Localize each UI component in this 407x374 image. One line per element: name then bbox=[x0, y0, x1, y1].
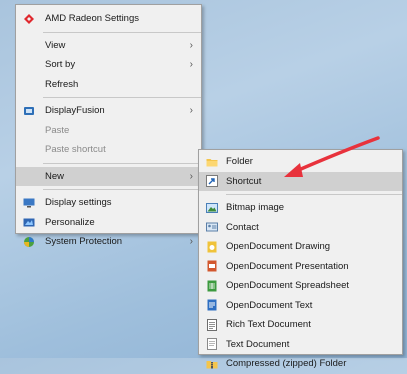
system-protection-icon bbox=[23, 236, 35, 248]
submenu-item-label: Bitmap image bbox=[226, 202, 285, 213]
folder-icon bbox=[206, 155, 218, 168]
menu-item-display-settings[interactable]: Display settings bbox=[16, 193, 201, 213]
menu-item-label: Display settings bbox=[45, 197, 112, 208]
submenu-item-label: Text Document bbox=[226, 338, 290, 350]
submenu-item-label: OpenDocument Drawing bbox=[226, 241, 331, 252]
submenu-item-label: Shortcut bbox=[226, 175, 262, 187]
bitmap-icon bbox=[206, 201, 218, 214]
submenu-item-opendocument-drawing[interactable]: OpenDocument Drawing bbox=[199, 237, 402, 257]
menu-separator bbox=[43, 189, 201, 190]
menu-item-label: Paste shortcut bbox=[45, 144, 106, 155]
odg-icon bbox=[206, 240, 218, 253]
menu-item-refresh[interactable]: Refresh bbox=[16, 75, 201, 95]
annotation-arrow-icon bbox=[284, 136, 380, 177]
submenu-item-rich-text-document[interactable]: Rich Text Document bbox=[199, 315, 402, 335]
menu-item-label: Sort by bbox=[45, 59, 76, 70]
submenu-item-label: OpenDocument Spreadsheet bbox=[226, 280, 350, 291]
personalize-icon bbox=[23, 217, 35, 229]
submenu-item-contact[interactable]: Contact bbox=[199, 218, 402, 238]
rtf-icon bbox=[206, 318, 218, 331]
submenu-item-label: Folder bbox=[226, 156, 253, 167]
menu-item-view[interactable]: View › bbox=[16, 36, 201, 56]
menu-item-personalize[interactable]: Personalize bbox=[16, 213, 201, 233]
chevron-right-icon: › bbox=[189, 59, 193, 70]
amd-radeon-icon bbox=[23, 13, 35, 25]
menu-separator bbox=[43, 97, 201, 98]
chevron-right-icon: › bbox=[189, 170, 193, 182]
submenu-item-label: Contact bbox=[226, 221, 259, 233]
zip-folder-icon bbox=[206, 357, 218, 370]
submenu-item-label: Compressed (zipped) Folder bbox=[226, 358, 347, 369]
submenu-item-bitmap-image[interactable]: Bitmap image bbox=[199, 198, 402, 218]
menu-item-label: DisplayFusion bbox=[45, 105, 105, 116]
menu-item-paste[interactable]: Paste bbox=[16, 121, 201, 141]
menu-item-label: View bbox=[45, 39, 66, 51]
submenu-item-label: OpenDocument Presentation bbox=[226, 260, 349, 272]
submenu-item-opendocument-spreadsheet[interactable]: OpenDocument Spreadsheet bbox=[199, 276, 402, 296]
menu-item-new[interactable]: New › bbox=[16, 166, 201, 186]
menu-item-sort-by[interactable]: Sort by › bbox=[16, 55, 201, 75]
menu-item-system-protection[interactable]: System Protection › bbox=[16, 232, 201, 252]
odp-icon bbox=[206, 260, 218, 273]
menu-item-label: Personalize bbox=[45, 216, 95, 228]
chevron-right-icon: › bbox=[189, 39, 193, 51]
menu-separator bbox=[226, 194, 402, 195]
submenu-item-label: Rich Text Document bbox=[226, 319, 311, 330]
menu-item-label: System Protection bbox=[45, 236, 123, 247]
menu-item-label: Paste bbox=[45, 124, 70, 136]
displayfusion-icon bbox=[23, 105, 35, 117]
txt-icon bbox=[206, 338, 218, 351]
menu-item-displayfusion[interactable]: DisplayFusion › bbox=[16, 101, 201, 121]
menu-item-label: Refresh bbox=[45, 78, 79, 90]
menu-item-label: New bbox=[45, 170, 65, 182]
display-settings-icon bbox=[23, 197, 35, 209]
ods-icon bbox=[206, 279, 218, 292]
submenu-item-compressed-zipped-folder[interactable]: Compressed (zipped) Folder bbox=[199, 354, 402, 374]
submenu-item-opendocument-presentation[interactable]: OpenDocument Presentation bbox=[199, 257, 402, 277]
contact-icon bbox=[206, 221, 218, 234]
submenu-item-opendocument-text[interactable]: OpenDocument Text bbox=[199, 296, 402, 316]
menu-item-label: AMD Radeon Settings bbox=[45, 13, 139, 24]
submenu-item-label: OpenDocument Text bbox=[226, 299, 313, 311]
menu-separator bbox=[43, 162, 201, 164]
chevron-right-icon: › bbox=[189, 236, 193, 247]
menu-separator bbox=[43, 31, 201, 33]
chevron-right-icon: › bbox=[189, 105, 193, 116]
submenu-item-text-document[interactable]: Text Document bbox=[199, 335, 402, 355]
odt-icon bbox=[206, 299, 218, 312]
menu-item-paste-shortcut[interactable]: Paste shortcut bbox=[16, 140, 201, 160]
menu-item-amd-radeon-settings[interactable]: AMD Radeon Settings bbox=[16, 9, 201, 29]
desktop-context-menu: AMD Radeon Settings View › Sort by › Ref… bbox=[15, 4, 202, 247]
shortcut-icon bbox=[206, 175, 218, 188]
